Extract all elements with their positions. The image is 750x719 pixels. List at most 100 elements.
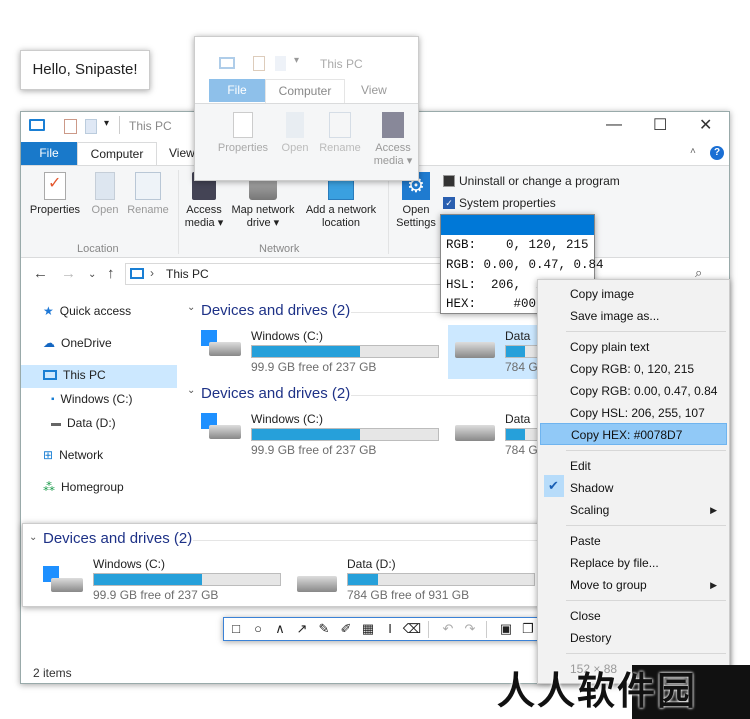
help-icon[interactable]: ? [710,146,724,160]
menu-copy-plain-text[interactable]: Copy plain text [538,336,729,358]
submenu-arrow-icon: ▶ [710,580,717,590]
menu-save-image-as[interactable]: Save image as... [538,305,729,327]
pinned-drives-snip[interactable]: ⌄ Devices and drives (2) Windows (C:) 99… [22,523,542,607]
access-media-label: Access media [184,204,222,229]
nav-quick-access[interactable]: ★ Quick access [43,304,131,318]
undo-icon[interactable]: ↶ [438,621,458,637]
menu-copy-rgb-float[interactable]: Copy RGB: 0.00, 0.47, 0.84 [538,380,729,402]
drive-usage-bar [251,345,439,358]
drive-name[interactable]: Windows (C:) [251,412,323,426]
section-header[interactable]: Devices and drives (2) [201,385,350,402]
nav-windows-c[interactable]: ▪ Windows (C:) [51,392,133,406]
ribbon-collapse-icon[interactable]: ˄ [690,146,696,157]
open-icon [95,172,115,200]
tab-view[interactable]: View [169,146,195,160]
up-icon[interactable]: ↑ [107,265,115,282]
map-drive-label: Map network drive [231,204,295,229]
watermark-text: 人人软件园 [497,660,697,715]
recent-dropdown-icon[interactable]: ⌄ [88,269,96,280]
pencil-tool-icon[interactable]: ✎ [314,621,334,637]
rectangle-tool-icon[interactable]: □ [226,621,246,636]
properties-qa-icon [253,56,265,71]
menu-replace-by-file[interactable]: Replace by file... [538,552,729,574]
tab-file[interactable]: File [21,142,77,165]
uninstall-button[interactable]: Uninstall or change a program [443,174,620,188]
system-properties-button[interactable]: ✓ System properties [443,196,556,210]
open-button[interactable]: Open [87,172,123,217]
menu-scaling[interactable]: Scaling [538,499,729,521]
arrow-tool-icon[interactable]: ↗ [292,621,312,637]
section-header[interactable]: Devices and drives (2) [201,302,350,319]
minimize-icon[interactable]: — [606,116,622,134]
properties-button[interactable]: ✓ Properties [27,172,83,217]
drive-free: 99.9 GB free of 237 GB [93,588,219,602]
menu-move-to-group[interactable]: Move to group [538,574,729,596]
status-bar-text: 2 items [33,666,72,680]
drive-name[interactable]: Data [505,412,530,426]
drive-free: 99.9 GB free of 237 GB [251,443,377,457]
copy-icon[interactable]: ❐ [518,621,538,637]
rename-button[interactable]: Rename [125,172,171,217]
nav-network[interactable]: ⊞ Network [43,448,103,462]
menu-copy-image[interactable]: Copy image [538,283,729,305]
ghost-label: Rename [319,142,361,154]
forward-icon[interactable]: → [61,265,76,282]
rename-label: Rename [127,204,169,216]
menu-copy-hex[interactable]: Copy HEX: #0078D7 [540,423,727,445]
drive-icon [297,576,337,592]
menu-destroy[interactable]: Destory [538,627,729,649]
picker-rgb-float: RGB: 0.00, 0.47, 0.84 [446,258,604,272]
homegroup-icon: ⁂ [43,480,55,494]
collapse-chevron-icon: ⌄ [29,532,38,543]
group-network: Network [259,243,300,255]
collapse-chevron-icon[interactable]: ⌄ [187,302,195,313]
menu-copy-hsl[interactable]: Copy HSL: 206, 255, 107 [538,402,729,424]
drive-name[interactable]: Windows (C:) [251,329,323,343]
menu-copy-rgb[interactable]: Copy RGB: 0, 120, 215 [538,358,729,380]
nav-label: This PC [63,368,106,382]
system-properties-icon: ✓ [443,197,455,209]
rename-icon [135,172,161,200]
newfolder-qa-icon[interactable] [85,119,97,134]
properties-icon: ✓ [44,172,66,200]
nav-homegroup[interactable]: ⁂ Homegroup [43,480,124,494]
maximize-icon[interactable]: ☐ [653,115,667,135]
polyline-tool-icon[interactable]: ∧ [270,621,290,637]
text-tool-icon[interactable]: I [380,621,400,636]
nav-onedrive[interactable]: ☁ OneDrive [43,336,112,350]
hello-snip[interactable]: Hello, Snipaste! [20,50,150,90]
tab-computer[interactable]: Computer [77,142,157,166]
menu-edit[interactable]: Edit [538,455,729,477]
drive-free: 784 GB free of 931 GB [347,588,470,602]
qa-dropdown-icon[interactable]: ▾ [104,118,109,129]
drive-name: Data (D:) [347,557,396,571]
menu-shadow[interactable]: Shadow [538,477,729,499]
nav-this-pc[interactable]: This PC [43,368,106,382]
ghost-label: Properties [217,142,269,154]
menu-separator [566,450,726,451]
collapse-chevron-icon[interactable]: ⌄ [187,385,195,396]
nav-data-d[interactable]: ▬ Data (D:) [51,416,116,430]
back-icon[interactable]: ← [33,265,48,282]
drive-usage-bar [347,573,535,586]
redo-icon[interactable]: ↷ [460,621,480,637]
ellipse-tool-icon[interactable]: ○ [248,621,268,636]
drive-name[interactable]: Data [505,329,530,343]
eraser-tool-icon[interactable]: ⌫ [402,621,422,637]
close-icon[interactable]: ✕ [699,115,712,135]
save-icon[interactable]: ▣ [496,621,516,637]
drive-free: 784 G [505,443,538,457]
usage-fill [506,429,525,440]
menu-close[interactable]: Close [538,605,729,627]
drive-usage-bar [93,573,281,586]
mosaic-tool-icon[interactable]: ▦ [358,621,378,637]
context-menu: Copy image Save image as... Copy plain t… [537,279,730,684]
address-input[interactable]: › This PC [125,263,445,285]
menu-paste[interactable]: Paste [538,530,729,552]
pc-icon [29,119,45,131]
nav-label: Data (D:) [67,416,116,430]
pinned-ribbon-snip[interactable]: ▾ This PC File Computer View Properties … [194,36,419,181]
marker-tool-icon[interactable]: ✐ [336,621,356,637]
properties-qa-icon[interactable] [64,119,77,134]
breadcrumb-chevron-icon[interactable]: › [150,266,154,280]
